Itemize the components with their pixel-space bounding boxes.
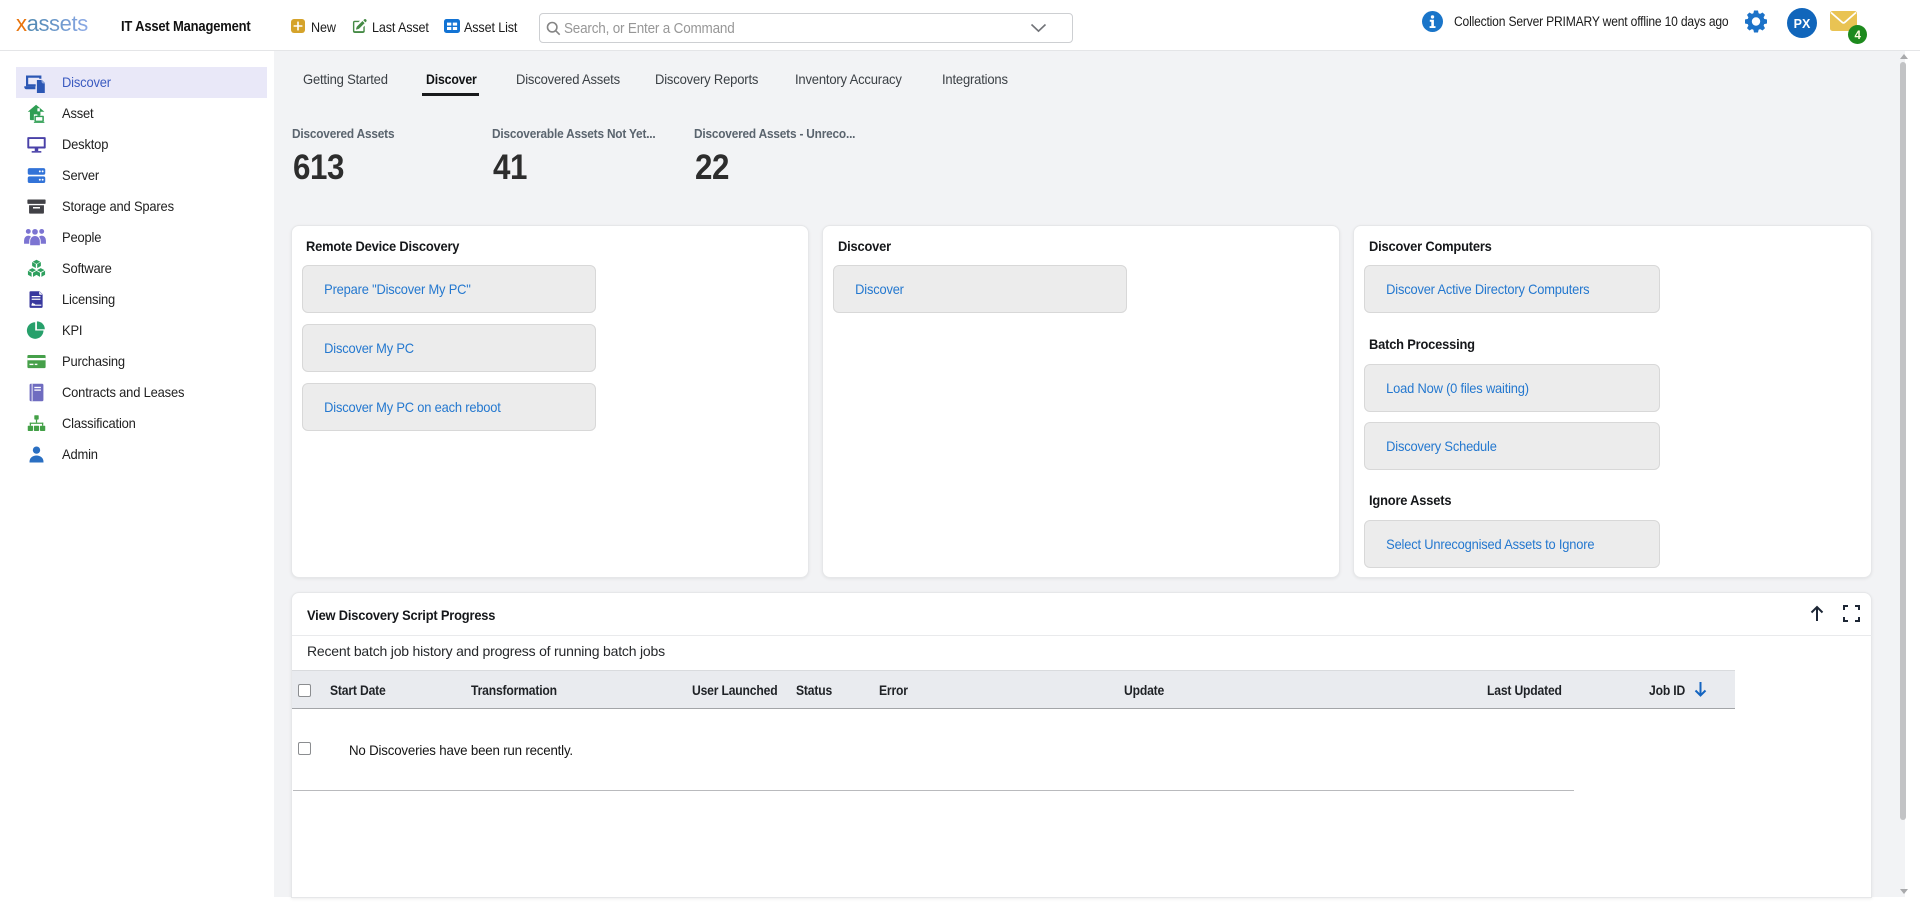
svg-text:PX: PX [1794,17,1811,31]
svg-text:4: 4 [1854,30,1861,42]
